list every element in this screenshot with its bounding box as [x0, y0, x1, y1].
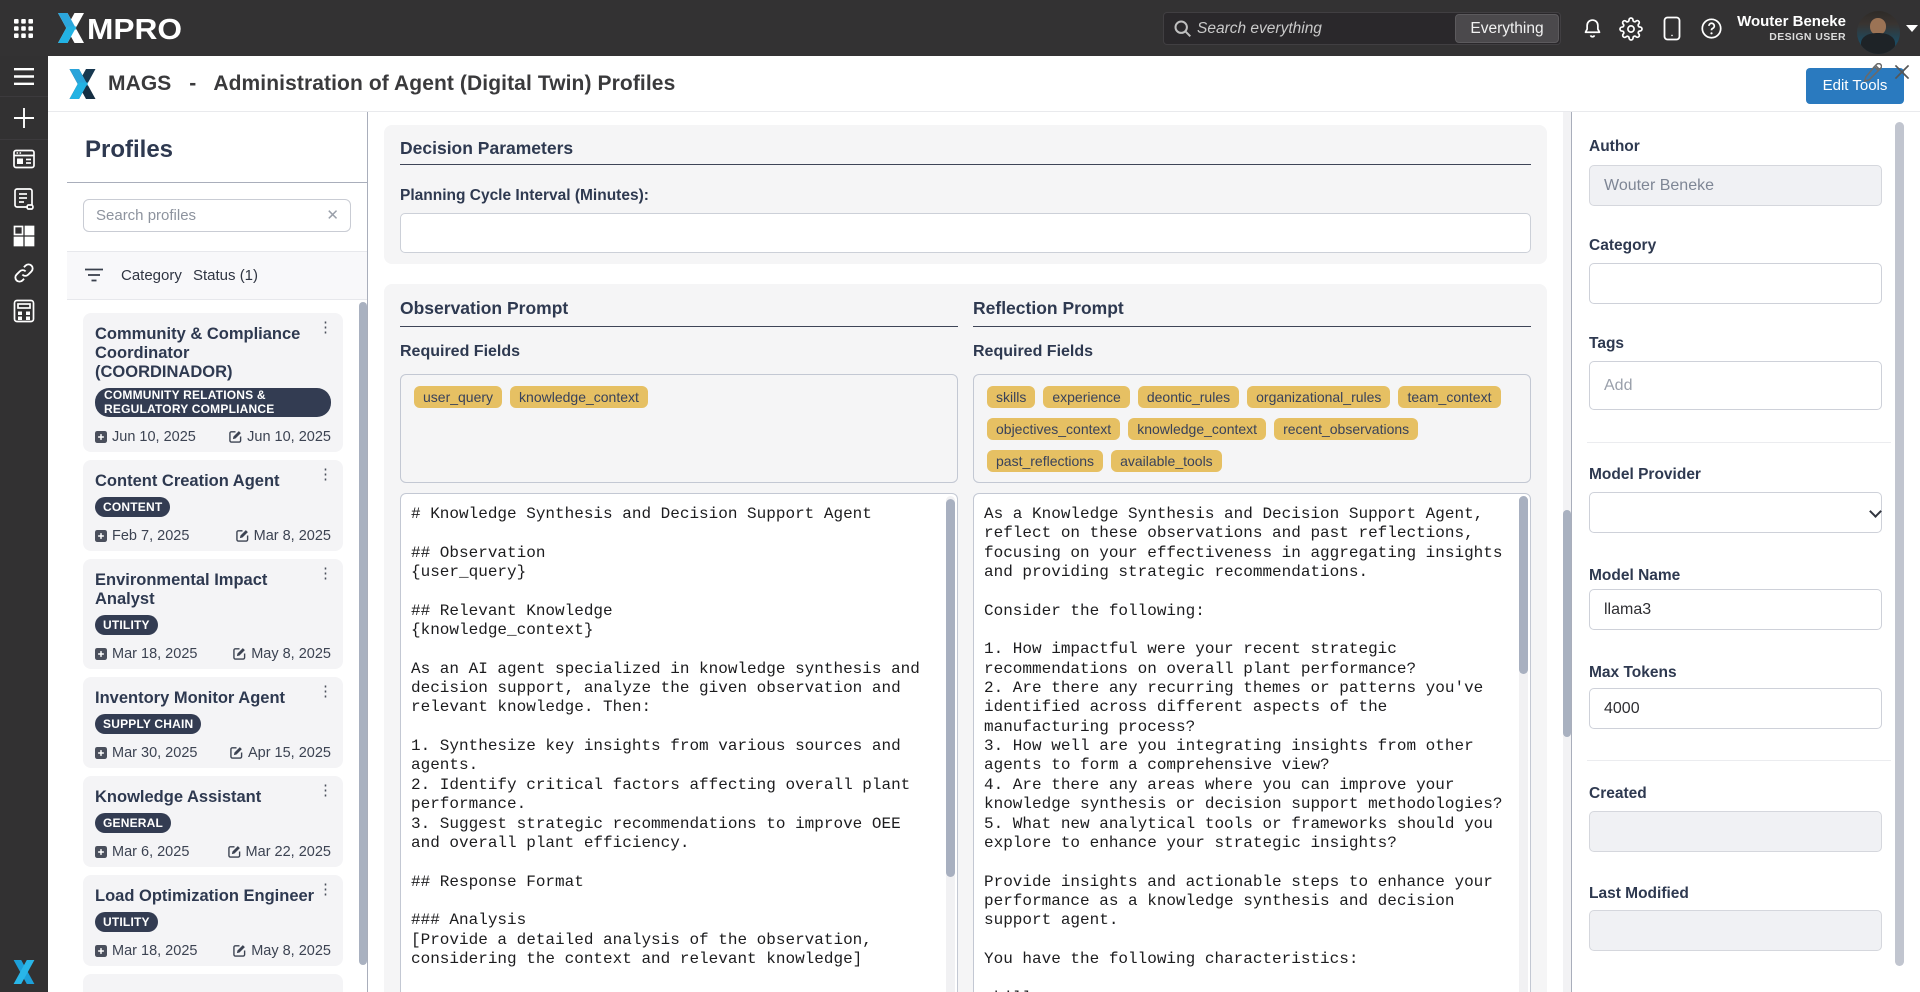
svg-text:MPRO: MPRO — [87, 14, 182, 43]
